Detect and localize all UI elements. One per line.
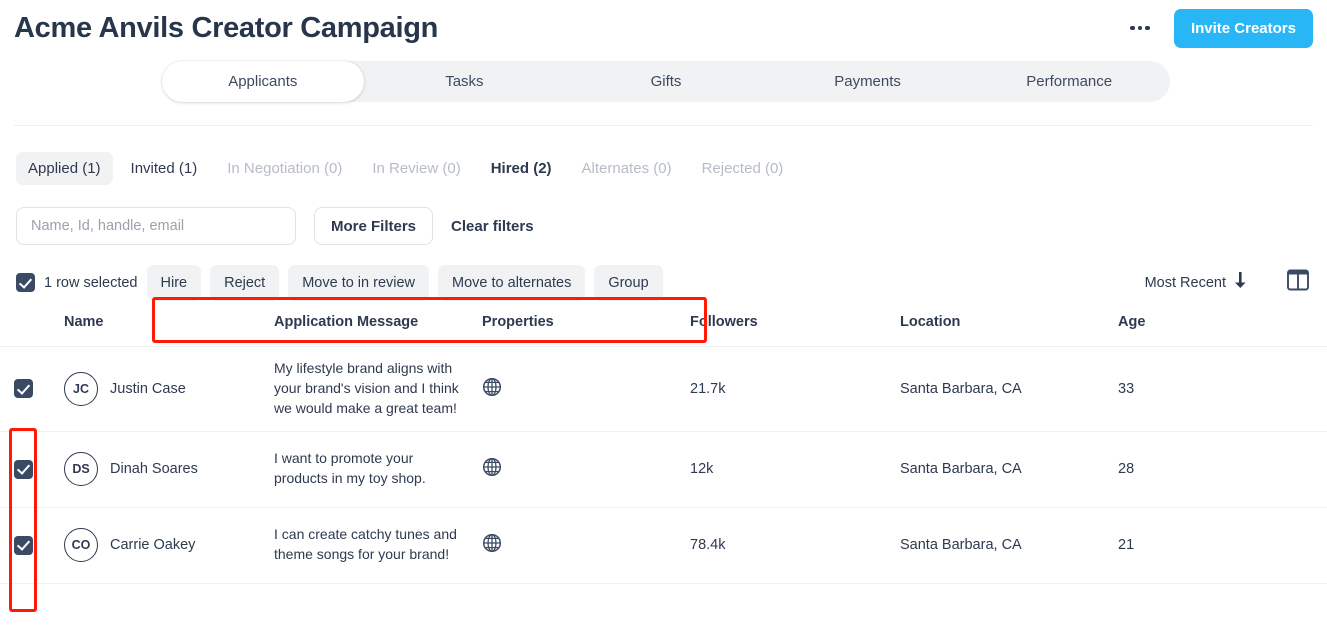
clear-filters-button[interactable]: Clear filters bbox=[451, 218, 534, 235]
column-header-application-message[interactable]: Application Message bbox=[274, 299, 482, 347]
row-location-cell: Santa Barbara, CA bbox=[900, 346, 1118, 432]
avatar: DS bbox=[64, 452, 98, 487]
table-controls: Most Recent bbox=[1145, 269, 1327, 296]
kebab-dot bbox=[1137, 25, 1143, 31]
table-row[interactable]: CO Carrie Oakey I can create catchy tune… bbox=[0, 507, 1327, 584]
page-header: Acme Anvils Creator Campaign Invite Crea… bbox=[0, 0, 1327, 56]
row-select-cell bbox=[0, 431, 64, 508]
bulk-selection-info: 1 row selected bbox=[0, 273, 138, 292]
row-followers-cell: 78.4k bbox=[690, 507, 900, 584]
applicant-name[interactable]: Carrie Oakey bbox=[110, 537, 195, 553]
row-followers-cell: 12k bbox=[690, 431, 900, 508]
more-horizontal-icon[interactable] bbox=[1120, 18, 1160, 39]
section-tabs-wrap: Applicants Tasks Gifts Payments Performa… bbox=[0, 56, 1327, 102]
row-checkbox[interactable] bbox=[14, 459, 33, 479]
row-checkbox[interactable] bbox=[14, 379, 33, 399]
column-header-select bbox=[0, 299, 64, 347]
columns-layout-icon[interactable] bbox=[1287, 269, 1309, 296]
avatar: CO bbox=[64, 528, 98, 563]
row-properties-cell bbox=[482, 507, 690, 584]
invite-creators-button[interactable]: Invite Creators bbox=[1173, 8, 1313, 48]
reject-button[interactable]: Reject bbox=[210, 264, 280, 301]
application-message: I can create catchy tunes and theme song… bbox=[274, 526, 457, 563]
sort-label: Most Recent bbox=[1144, 274, 1226, 291]
row-location-cell: Santa Barbara, CA bbox=[900, 431, 1118, 508]
move-to-alternates-button[interactable]: Move to alternates bbox=[438, 264, 586, 301]
page-title: Acme Anvils Creator Campaign bbox=[14, 12, 439, 44]
column-header-properties[interactable]: Properties bbox=[482, 299, 690, 347]
section-tabs: Applicants Tasks Gifts Payments Performa… bbox=[162, 61, 1170, 102]
row-message-cell: I can create catchy tunes and theme song… bbox=[274, 507, 482, 584]
row-age-cell: 21 bbox=[1118, 507, 1327, 584]
row-message-cell: My lifestyle brand aligns with your bran… bbox=[274, 346, 482, 432]
row-select-cell bbox=[0, 507, 64, 584]
row-location-cell: Santa Barbara, CA bbox=[900, 507, 1118, 584]
kebab-dot bbox=[1130, 25, 1135, 31]
table-header: Name Application Message Properties Foll… bbox=[0, 299, 1327, 347]
column-header-name[interactable]: Name bbox=[64, 299, 274, 347]
column-header-location[interactable]: Location bbox=[900, 299, 1118, 347]
status-filter-bar: Applied (1) Invited (1) In Negotiation (… bbox=[0, 126, 1327, 185]
sort-control[interactable]: Most Recent bbox=[1145, 272, 1247, 293]
globe-icon[interactable] bbox=[482, 377, 502, 401]
table-row[interactable]: DS Dinah Soares I want to promote your p… bbox=[0, 431, 1327, 508]
bulk-action-bar: 1 row selected Hire Reject Move to in re… bbox=[0, 245, 1327, 301]
applicant-name[interactable]: Dinah Soares bbox=[110, 461, 198, 477]
tab-tasks[interactable]: Tasks bbox=[364, 61, 566, 102]
status-filter-rejected[interactable]: Rejected (0) bbox=[690, 152, 796, 185]
table-row[interactable]: JC Justin Case My lifestyle brand aligns… bbox=[0, 346, 1327, 432]
row-name-cell: CO Carrie Oakey bbox=[64, 507, 274, 584]
column-header-followers[interactable]: Followers bbox=[690, 299, 900, 347]
row-followers-cell: 21.7k bbox=[690, 346, 900, 432]
more-filters-button[interactable]: More Filters bbox=[314, 207, 434, 245]
campaign-applicants-page: Acme Anvils Creator Campaign Invite Crea… bbox=[0, 0, 1327, 629]
row-properties-cell bbox=[482, 346, 690, 432]
application-message: My lifestyle brand aligns with your bran… bbox=[274, 360, 459, 416]
table-header-row: Name Application Message Properties Foll… bbox=[0, 299, 1327, 347]
tab-performance[interactable]: Performance bbox=[968, 61, 1170, 102]
status-filter-applied[interactable]: Applied (1) bbox=[16, 152, 113, 185]
tab-gifts[interactable]: Gifts bbox=[565, 61, 767, 102]
hire-button[interactable]: Hire bbox=[146, 264, 202, 301]
table-body: JC Justin Case My lifestyle brand aligns… bbox=[0, 346, 1327, 584]
column-header-age[interactable]: Age bbox=[1118, 299, 1327, 347]
status-filter-alternates[interactable]: Alternates (0) bbox=[570, 152, 684, 185]
arrow-down-icon bbox=[1234, 272, 1247, 293]
globe-icon[interactable] bbox=[482, 458, 502, 481]
row-properties-cell bbox=[482, 431, 690, 508]
status-filter-hired[interactable]: Hired (2) bbox=[479, 152, 564, 185]
select-all-checkbox[interactable] bbox=[16, 273, 35, 292]
kebab-dot bbox=[1145, 25, 1150, 31]
group-button[interactable]: Group bbox=[594, 264, 663, 301]
row-age-cell: 33 bbox=[1118, 346, 1327, 432]
applicant-name[interactable]: Justin Case bbox=[110, 381, 186, 397]
tab-payments[interactable]: Payments bbox=[767, 61, 969, 102]
status-filter-in-negotiation[interactable]: In Negotiation (0) bbox=[215, 152, 354, 185]
status-filter-in-review[interactable]: In Review (0) bbox=[360, 152, 472, 185]
bulk-action-buttons: Hire Reject Move to in review Move to al… bbox=[146, 264, 663, 301]
row-checkbox[interactable] bbox=[14, 535, 33, 555]
tab-applicants[interactable]: Applicants bbox=[162, 61, 364, 102]
globe-icon[interactable] bbox=[482, 534, 502, 557]
row-name-cell: JC Justin Case bbox=[64, 346, 274, 432]
row-name-cell: DS Dinah Soares bbox=[64, 431, 274, 508]
header-actions: Invite Creators bbox=[1120, 8, 1313, 48]
avatar: JC bbox=[64, 371, 98, 406]
applicants-table: Name Application Message Properties Foll… bbox=[0, 299, 1327, 584]
filter-bar: More Filters Clear filters bbox=[0, 185, 1327, 245]
move-to-in-review-button[interactable]: Move to in review bbox=[288, 264, 430, 301]
selected-count-label: 1 row selected bbox=[44, 274, 138, 291]
status-filter-invited[interactable]: Invited (1) bbox=[119, 152, 210, 185]
row-select-cell bbox=[0, 346, 64, 432]
row-age-cell: 28 bbox=[1118, 431, 1327, 508]
search-input[interactable] bbox=[16, 207, 296, 245]
application-message: I want to promote your products in my to… bbox=[274, 450, 426, 487]
row-message-cell: I want to promote your products in my to… bbox=[274, 431, 482, 508]
